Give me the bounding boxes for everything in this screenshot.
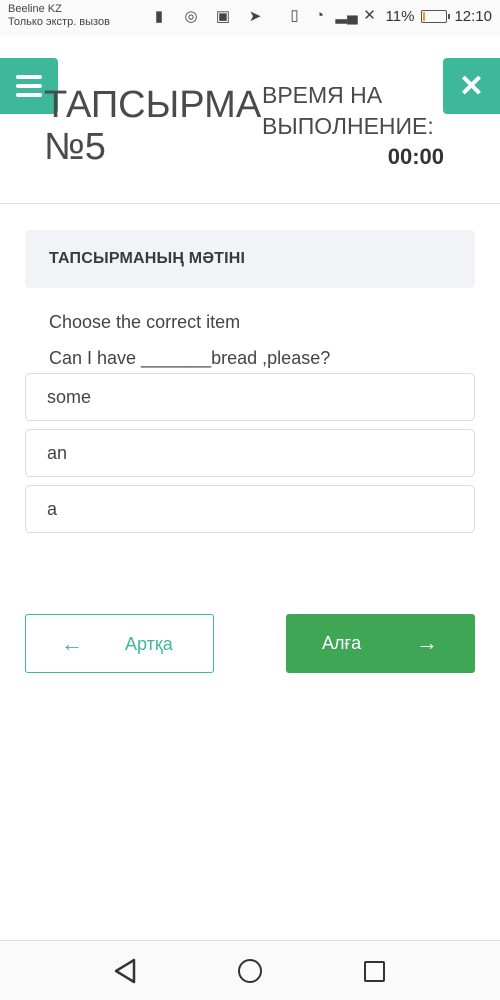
timer-value: 00:00 [387, 144, 444, 169]
image-icon: ▣ [215, 8, 231, 25]
menu-icon [16, 75, 42, 79]
notification-icons: ▮ ◎ ▣ ➤ [150, 8, 264, 26]
battery-percent: 11% [385, 7, 415, 25]
signal-off-icon: ✕ [363, 7, 376, 24]
answer-option-some[interactable]: some [25, 373, 475, 421]
system-nav-bar [0, 940, 500, 1000]
sync-icon: ◎ [184, 8, 198, 25]
nav-back-icon[interactable] [112, 957, 138, 985]
nav-recent-icon[interactable] [364, 961, 385, 982]
signal-icon: ▂▄ [335, 7, 358, 24]
next-button-label: Алға [322, 633, 362, 653]
close-button[interactable]: ✕ [443, 58, 500, 114]
close-icon: ✕ [458, 69, 485, 103]
task-question: Can I have _______bread ,please? [49, 348, 331, 368]
vibrate-icon: ▯ [290, 7, 299, 24]
battery-fill [423, 11, 426, 21]
back-button-label: Артқа [125, 634, 173, 654]
timer: ВРЕМЯ НА ВЫПОЛНЕНИЕ: 00:00 [262, 80, 452, 170]
next-button[interactable]: Алға → [286, 614, 475, 673]
back-button[interactable]: ← Артқа [25, 614, 214, 673]
screen: Beeline KZ Только экстр. вызов ▮ ◎ ▣ ➤ ▯… [0, 0, 500, 1000]
carrier-name: Beeline KZ [8, 3, 62, 15]
clock: 12:10 [454, 7, 492, 25]
arrow-right-icon: → [416, 630, 438, 655]
carrier-status: Только экстр. вызов [8, 16, 110, 28]
nav-home-icon[interactable] [238, 959, 262, 983]
wifi-icon: ◔ [315, 7, 325, 24]
timer-label: ВРЕМЯ НА ВЫПОЛНЕНИЕ: [262, 82, 434, 139]
carrier-info: Beeline KZ Только экстр. вызов [8, 3, 110, 29]
task-instruction: Choose the correct item [49, 312, 241, 332]
sim-icon: ▮ [154, 8, 164, 25]
status-bar: Beeline KZ Только экстр. вызов ▮ ◎ ▣ ➤ ▯… [0, 0, 500, 36]
answer-option-an[interactable]: an [25, 429, 475, 477]
divider [0, 203, 500, 204]
page-title: ТАПСЫРМА №5 [44, 84, 262, 168]
task-heading: ТАПСЫРМАНЫҢ МӘТІНІ [25, 230, 475, 288]
arrow-left-icon: ← [61, 631, 83, 656]
battery-icon [421, 9, 451, 23]
answer-option-a[interactable]: a [25, 485, 475, 533]
system-icons: ▯ ◔ ▂▄ ✕ 11% 12:10 [286, 7, 492, 25]
send-icon: ➤ [248, 8, 262, 25]
